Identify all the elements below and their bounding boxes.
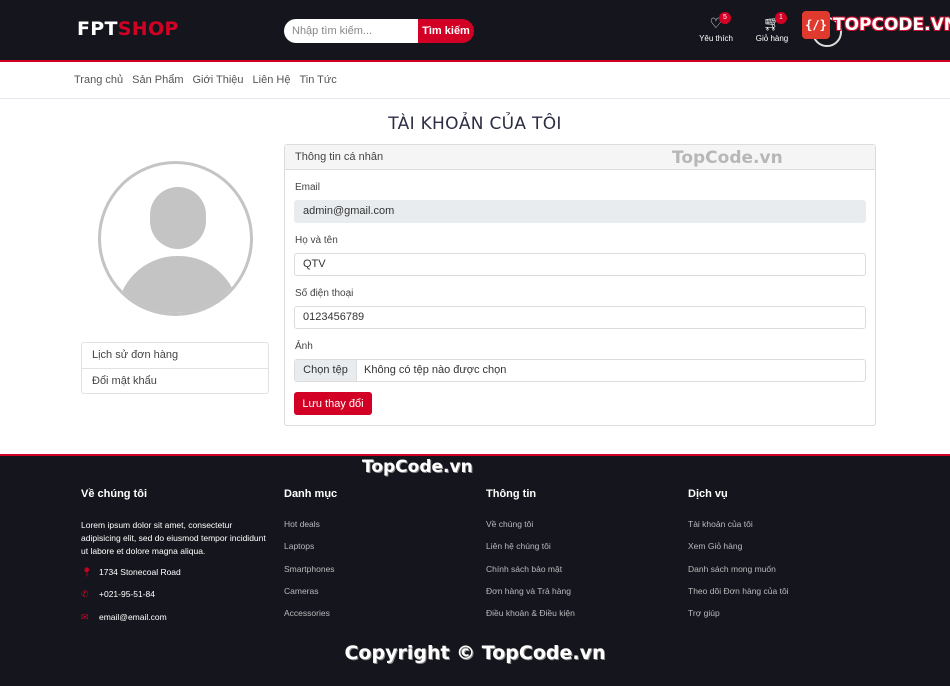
code-brackets-icon: {/}: [802, 11, 830, 39]
footer-info-column: Thông tin Về chúng tôi Liên hệ chúng tôi…: [486, 488, 676, 630]
email-label: Email: [295, 182, 321, 193]
avatar-head-shape: [150, 187, 206, 249]
footer-link[interactable]: Theo dõi Đơn hàng của tôi: [688, 586, 878, 608]
watermark-logo-text: TOPCODE.VN: [833, 15, 950, 35]
wishlist-count-badge: 5: [719, 12, 731, 24]
personal-info-card: Thông tin cá nhân Email admin@gmail.com …: [284, 144, 876, 426]
site-header: FPTSHOP Tìm kiếm ♡ 5 Yêu thích 🛒︎ 1 Giỏ …: [0, 0, 950, 62]
image-label: Ảnh: [295, 341, 313, 352]
fullname-label: Họ và tên: [295, 235, 338, 246]
footer-service-title: Dịch vụ: [688, 488, 728, 500]
page-title: TÀI KHOẢN CỦA TÔI: [388, 114, 562, 134]
nav-item-contact[interactable]: Liên Hệ: [253, 74, 291, 86]
phone-label: Số điện thoại: [295, 288, 354, 299]
main-navigation: Trang chủ Sản Phẩm Giới Thiệu Liên Hệ Ti…: [0, 64, 950, 99]
cart-link[interactable]: 🛒︎ 1 Giỏ hàng: [748, 12, 796, 43]
search-bar: Tìm kiếm: [284, 19, 474, 43]
nav-item-home[interactable]: Trang chủ: [74, 74, 123, 86]
choose-file-button[interactable]: Chọn tệp: [295, 360, 357, 381]
cart-count-badge: 1: [775, 12, 787, 24]
phone-field[interactable]: 0123456789: [294, 306, 866, 329]
site-logo[interactable]: FPTSHOP: [77, 18, 179, 40]
footer-about-title: Về chúng tôi: [81, 488, 147, 500]
nav-item-about[interactable]: Giới Thiệu: [193, 74, 244, 86]
profile-avatar: [98, 161, 253, 316]
footer-link[interactable]: Đơn hàng và Trả hàng: [486, 586, 676, 608]
side-menu-order-history[interactable]: Lịch sử đơn hàng: [82, 343, 268, 368]
cart-icon: 🛒︎: [763, 15, 781, 31]
watermark-text: TopCode.vn: [672, 148, 783, 168]
footer-info-title: Thông tin: [486, 488, 537, 500]
nav-item-news[interactable]: Tin Tức: [299, 74, 336, 86]
footer-phone: ✆ +021-95-51-84: [81, 589, 271, 611]
wishlist-link[interactable]: ♡ 5 Yêu thích: [692, 12, 740, 43]
footer-categories-title: Danh mục: [284, 488, 338, 500]
footer-watermark: TopCode.vn: [362, 457, 473, 477]
footer-about-column: Về chúng tôi Lorem ipsum dolor sit amet,…: [81, 488, 271, 634]
side-menu-change-password[interactable]: Đổi mật khẩu: [82, 368, 268, 393]
footer-service-column: Dịch vụ Tài khoản của tôi Xem Giỏ hàng D…: [688, 488, 878, 630]
wishlist-label: Yêu thích: [699, 34, 733, 43]
card-header: Thông tin cá nhân: [285, 145, 875, 170]
email-field: admin@gmail.com: [294, 200, 866, 223]
footer-link[interactable]: Điều khoản & Điều kiện: [486, 608, 676, 630]
cart-label: Giỏ hàng: [755, 34, 789, 43]
footer-link[interactable]: Danh sách mong muốn: [688, 564, 878, 586]
image-file-input[interactable]: Chọn tệp Không có tệp nào được chọn: [294, 359, 866, 382]
footer-categories-column: Danh mục Hot deals Laptops Smartphones C…: [284, 488, 474, 630]
footer-about-text: Lorem ipsum dolor sit amet, consectetur …: [81, 520, 266, 556]
fullname-field[interactable]: QTV: [294, 253, 866, 276]
footer-link[interactable]: Chính sách bảo mật: [486, 564, 676, 586]
watermark-logo: {/} TOPCODE.VN: [802, 11, 950, 39]
footer-link[interactable]: Laptops: [284, 541, 474, 563]
map-marker-icon: 📍︎: [81, 567, 93, 577]
footer-link[interactable]: Cameras: [284, 586, 474, 608]
copyright-text: Copyright © TopCode.vn: [344, 642, 606, 664]
site-footer: TopCode.vn Về chúng tôi Lorem ipsum dolo…: [0, 454, 950, 686]
footer-link[interactable]: Về chúng tôi: [486, 519, 676, 541]
footer-address: 📍︎ 1734 Stonecoal Road: [81, 567, 271, 589]
footer-link[interactable]: Tài khoản của tôi: [688, 519, 878, 541]
footer-link[interactable]: Liên hệ chúng tôi: [486, 541, 676, 563]
envelope-icon: ✉: [81, 611, 89, 622]
account-side-menu: Lịch sử đơn hàng Đổi mật khẩu: [81, 342, 269, 394]
heart-icon: ♡: [709, 15, 723, 31]
footer-link[interactable]: Xem Giỏ hàng: [688, 541, 878, 563]
file-status-text: Không có tệp nào được chọn: [364, 364, 507, 376]
footer-link[interactable]: Trợ giúp: [688, 608, 878, 630]
footer-link[interactable]: Accessories: [284, 608, 474, 630]
footer-link[interactable]: Smartphones: [284, 564, 474, 586]
footer-email: ✉ email@email.com: [81, 612, 271, 634]
search-button[interactable]: Tìm kiếm: [418, 19, 474, 43]
nav-item-products[interactable]: Sản Phẩm: [132, 74, 183, 86]
footer-link[interactable]: Hot deals: [284, 519, 474, 541]
search-input[interactable]: [284, 19, 418, 43]
avatar-body-shape: [117, 256, 239, 313]
phone-icon: ✆: [81, 589, 89, 600]
save-changes-button[interactable]: Lưu thay đổi: [294, 392, 372, 415]
